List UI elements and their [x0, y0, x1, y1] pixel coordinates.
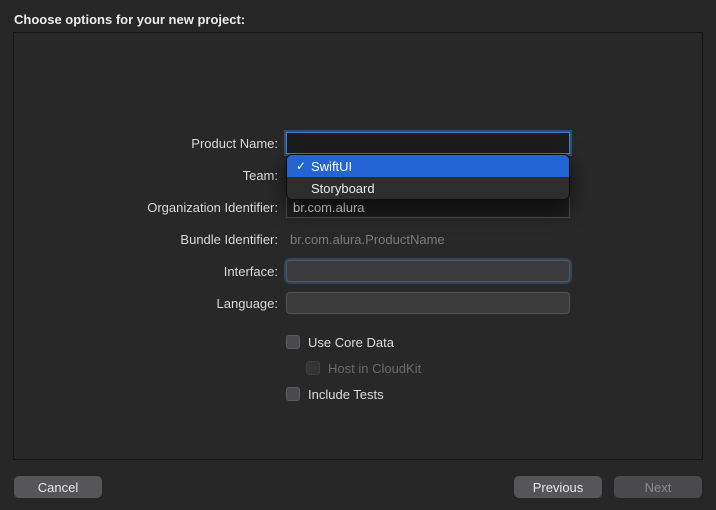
label-use-core-data: Use Core Data	[308, 335, 394, 350]
interface-select[interactable]	[286, 260, 570, 282]
row-use-core-data: Use Core Data	[14, 331, 702, 353]
label-language: Language:	[14, 296, 286, 311]
interface-option-storyboard[interactable]: Storyboard	[287, 177, 569, 199]
label-include-tests: Include Tests	[308, 387, 384, 402]
label-team: Team:	[14, 168, 286, 183]
label-bundle-identifier: Bundle Identifier:	[14, 232, 286, 247]
interface-option-swiftui[interactable]: ✓ SwiftUI	[287, 155, 569, 177]
cancel-button[interactable]: Cancel	[14, 476, 102, 498]
use-core-data-checkbox[interactable]	[286, 335, 300, 349]
label-interface: Interface:	[14, 264, 286, 279]
product-name-input[interactable]	[286, 132, 570, 154]
interface-option-label: Storyboard	[309, 181, 375, 196]
next-button: Next	[614, 476, 702, 498]
check-icon: ✓	[293, 159, 309, 173]
dialog-footer: Cancel Previous Next	[0, 464, 716, 510]
label-host-cloudkit: Host in CloudKit	[328, 361, 421, 376]
include-tests-checkbox[interactable]	[286, 387, 300, 401]
previous-button[interactable]: Previous	[514, 476, 602, 498]
host-cloudkit-checkbox	[306, 361, 320, 375]
label-org-identifier: Organization Identifier:	[14, 200, 286, 215]
dialog-title: Choose options for your new project:	[0, 0, 716, 35]
interface-option-label: SwiftUI	[309, 159, 352, 174]
bundle-identifier-value: br.com.alura.ProductName	[286, 232, 445, 247]
options-panel: Product Name: Team: Add account... Organ…	[13, 32, 703, 460]
interface-dropdown[interactable]: ✓ SwiftUI Storyboard	[286, 154, 570, 200]
row-interface: Interface:	[14, 257, 702, 285]
row-product-name: Product Name:	[14, 129, 702, 157]
row-include-tests: Include Tests	[14, 383, 702, 405]
label-product-name: Product Name:	[14, 136, 286, 151]
language-select[interactable]	[286, 292, 570, 314]
row-language: Language:	[14, 289, 702, 317]
row-bundle-identifier: Bundle Identifier: br.com.alura.ProductN…	[14, 225, 702, 253]
row-host-cloudkit: Host in CloudKit	[14, 357, 702, 379]
